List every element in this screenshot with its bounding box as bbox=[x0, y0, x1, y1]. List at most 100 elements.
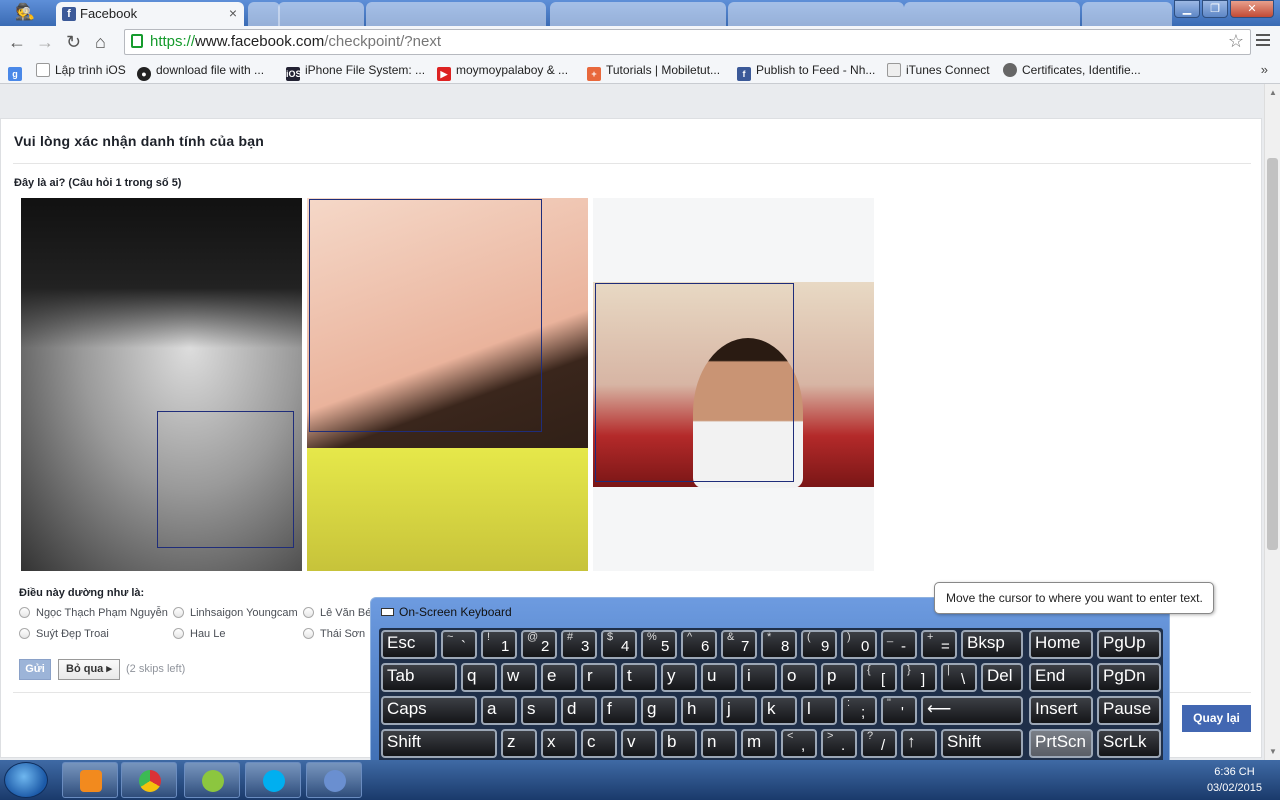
bookmark-item[interactable]: ● download file with ... bbox=[137, 63, 264, 81]
key-period[interactable]: >. bbox=[821, 729, 857, 758]
key-shift-left[interactable]: Shift bbox=[381, 729, 497, 758]
key-pgup[interactable]: PgUp bbox=[1097, 630, 1161, 659]
key-scrlk[interactable]: ScrLk bbox=[1097, 729, 1161, 758]
key-i[interactable]: i bbox=[741, 663, 777, 692]
key-9[interactable]: (9 bbox=[801, 630, 837, 659]
send-button[interactable]: Gửi bbox=[19, 659, 51, 680]
key-1[interactable]: ! 1 bbox=[481, 630, 517, 659]
key-end[interactable]: End bbox=[1029, 663, 1093, 692]
scroll-down-icon[interactable]: ▼ bbox=[1269, 747, 1277, 756]
scroll-up-icon[interactable]: ▲ bbox=[1269, 88, 1277, 97]
radio-button[interactable] bbox=[303, 607, 314, 618]
key-m[interactable]: m bbox=[741, 729, 777, 758]
key-w[interactable]: w bbox=[501, 663, 537, 692]
radio-button[interactable] bbox=[303, 628, 314, 639]
key-equals[interactable]: + = bbox=[921, 630, 957, 659]
key-8[interactable]: * 8 bbox=[761, 630, 797, 659]
key-n[interactable]: n bbox=[701, 729, 737, 758]
key-0[interactable]: ) 0 bbox=[841, 630, 877, 659]
taskbar-media-player[interactable] bbox=[62, 762, 118, 798]
answer-option[interactable]: Lê Văn Bé bbox=[303, 607, 371, 619]
tab-background[interactable] bbox=[728, 2, 904, 26]
back-button[interactable]: Quay lại bbox=[1182, 705, 1251, 732]
key-5[interactable]: % 5 bbox=[641, 630, 677, 659]
bookmark-item[interactable]: iOS iPhone File System: ... bbox=[286, 63, 425, 81]
key-o[interactable]: o bbox=[781, 663, 817, 692]
key-b[interactable]: b bbox=[661, 729, 697, 758]
key-bracket-right[interactable]: }] bbox=[901, 663, 937, 692]
page-scrollbar[interactable]: ▲ ▼ bbox=[1264, 84, 1280, 760]
minimize-button[interactable]: ▁ bbox=[1174, 0, 1200, 18]
key-p[interactable]: p bbox=[821, 663, 857, 692]
key-c[interactable]: c bbox=[581, 729, 617, 758]
key-bracket-left[interactable]: {[ bbox=[861, 663, 897, 692]
tab-background[interactable] bbox=[366, 2, 546, 26]
skip-button[interactable]: Bỏ qua ▸ bbox=[58, 659, 120, 680]
key-j[interactable]: j bbox=[721, 696, 757, 725]
key-q[interactable]: q bbox=[461, 663, 497, 692]
forward-arrow-icon[interactable]: → bbox=[36, 32, 54, 53]
key-prtscn[interactable]: PrtScn bbox=[1029, 729, 1093, 758]
bookmark-item[interactable]: iTunes Connect bbox=[887, 63, 990, 77]
answer-option[interactable]: Linhsaigon Youngcam bbox=[173, 607, 298, 619]
key-h[interactable]: h bbox=[681, 696, 717, 725]
radio-button[interactable] bbox=[19, 628, 30, 639]
key-e[interactable]: e bbox=[541, 663, 577, 692]
key-l[interactable]: l bbox=[801, 696, 837, 725]
key-caps[interactable]: Caps bbox=[381, 696, 477, 725]
answer-option[interactable]: Ngọc Thạch Phạm Nguyễn bbox=[19, 607, 168, 619]
reload-icon[interactable]: ↻ bbox=[66, 32, 81, 53]
system-clock[interactable]: 6:36 CH 03/02/2015 bbox=[1207, 764, 1262, 796]
bookmark-item[interactable]: Lập trình iOS bbox=[36, 63, 126, 77]
key-backtick[interactable]: ~ ` bbox=[441, 630, 477, 659]
url-text[interactable]: https://www.facebook.com/checkpoint/?nex… bbox=[150, 33, 441, 50]
radio-button[interactable] bbox=[19, 607, 30, 618]
key-home[interactable]: Home bbox=[1029, 630, 1093, 659]
key-backspace[interactable]: Bksp bbox=[961, 630, 1023, 659]
key-enter[interactable]: ⟵ bbox=[921, 696, 1023, 725]
key-z[interactable]: z bbox=[501, 729, 537, 758]
bookmark-item[interactable]: ▶ moymoypalaboy & ... bbox=[437, 63, 568, 81]
key-pgdn[interactable]: PgDn bbox=[1097, 663, 1161, 692]
bookmark-apps[interactable]: g bbox=[8, 63, 27, 81]
window-close-button[interactable]: ✕ bbox=[1230, 0, 1274, 18]
key-a[interactable]: a bbox=[481, 696, 517, 725]
scroll-thumb[interactable] bbox=[1267, 158, 1278, 550]
key-esc[interactable]: Esc bbox=[381, 630, 437, 659]
key-y[interactable]: y bbox=[661, 663, 697, 692]
key-4[interactable]: $4 bbox=[601, 630, 637, 659]
key-quote[interactable]: " ' bbox=[881, 696, 917, 725]
key-d[interactable]: d bbox=[561, 696, 597, 725]
restore-button[interactable]: ❐ bbox=[1202, 0, 1228, 18]
tab-background[interactable] bbox=[904, 2, 1080, 26]
key-3[interactable]: #3 bbox=[561, 630, 597, 659]
key-2[interactable]: @2 bbox=[521, 630, 557, 659]
taskbar-skype[interactable] bbox=[245, 762, 301, 798]
taskbar-app[interactable] bbox=[184, 762, 240, 798]
key-u[interactable]: u bbox=[701, 663, 737, 692]
answer-option[interactable]: Thái Sơn bbox=[303, 628, 365, 640]
answer-option[interactable]: Hau Le bbox=[173, 628, 225, 640]
radio-button[interactable] bbox=[173, 628, 184, 639]
bookmark-item[interactable]: f Publish to Feed - Nh... bbox=[737, 63, 875, 81]
key-t[interactable]: t bbox=[621, 663, 657, 692]
taskbar-app[interactable] bbox=[306, 762, 362, 798]
tab-background[interactable] bbox=[278, 2, 364, 26]
key-f[interactable]: f bbox=[601, 696, 637, 725]
bookmark-star-icon[interactable]: ☆ bbox=[1228, 31, 1244, 52]
answer-option[interactable]: Suýt Đẹp Troai bbox=[19, 628, 109, 640]
close-tab-icon[interactable]: × bbox=[229, 5, 237, 21]
home-icon[interactable]: ⌂ bbox=[95, 32, 106, 53]
key-x[interactable]: x bbox=[541, 729, 577, 758]
key-semicolon[interactable]: :; bbox=[841, 696, 877, 725]
tab-background[interactable] bbox=[550, 2, 726, 26]
key-r[interactable]: r bbox=[581, 663, 617, 692]
bookmark-item[interactable]: Certificates, Identifie... bbox=[1003, 63, 1141, 77]
start-button[interactable] bbox=[4, 762, 48, 798]
key-backslash[interactable]: | \ bbox=[941, 663, 977, 692]
key-7[interactable]: & 7 bbox=[721, 630, 757, 659]
key-minus[interactable]: _ - bbox=[881, 630, 917, 659]
key-k[interactable]: k bbox=[761, 696, 797, 725]
key-6[interactable]: ^ 6 bbox=[681, 630, 717, 659]
key-comma[interactable]: <, bbox=[781, 729, 817, 758]
